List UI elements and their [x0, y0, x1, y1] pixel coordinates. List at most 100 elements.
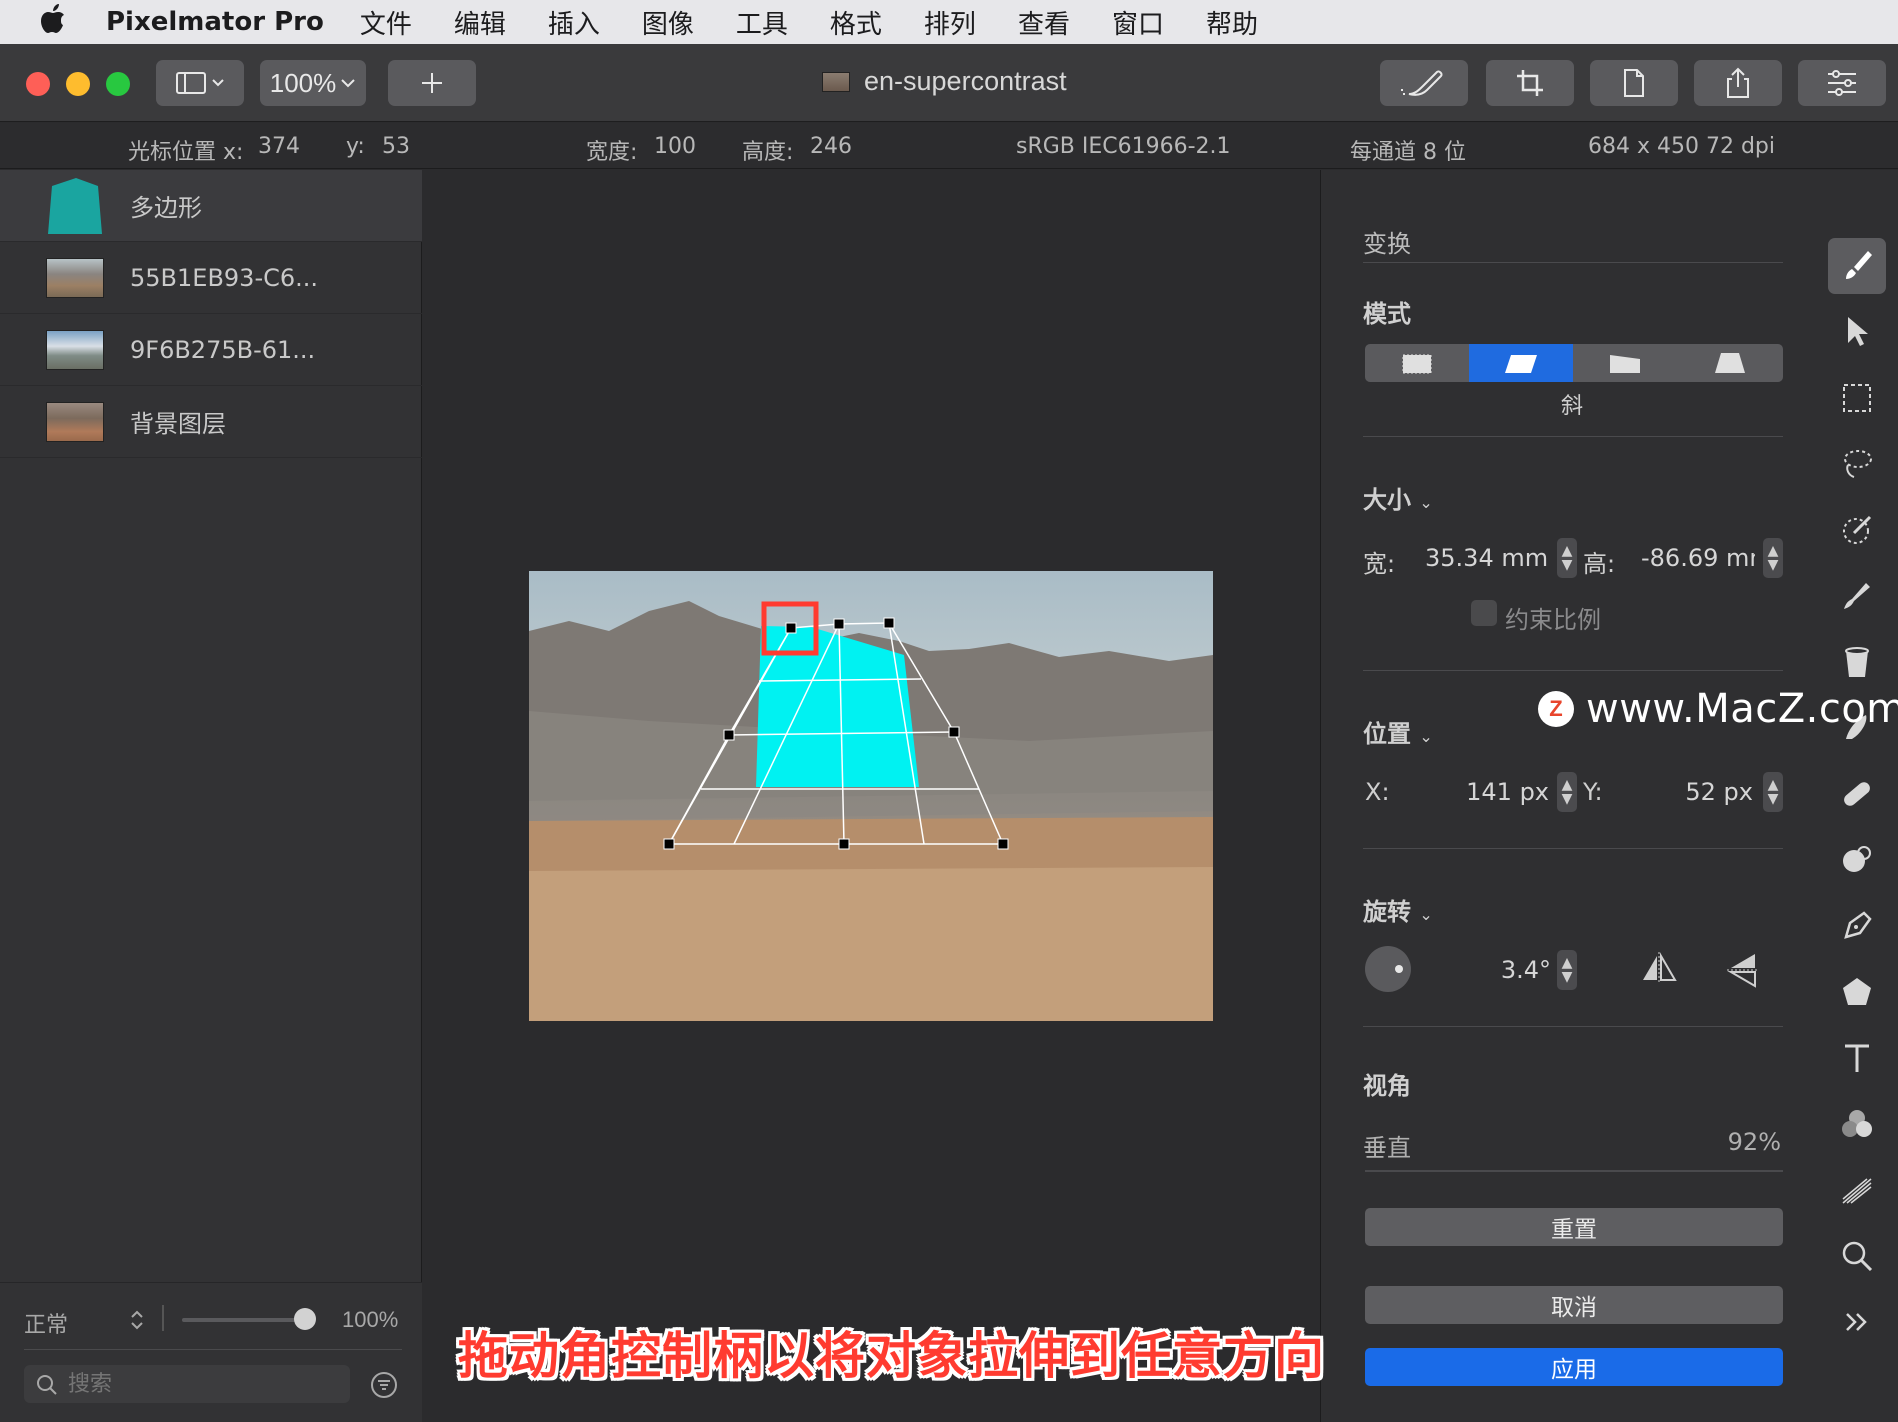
edge-handle[interactable] — [948, 726, 960, 738]
blend-mode-dropdown[interactable]: 正常 — [24, 1307, 68, 1339]
rotation-field[interactable]: 3.4° — [1421, 956, 1551, 984]
height-stepper[interactable]: ▲ ▼ — [1763, 538, 1783, 578]
polygon-shape[interactable] — [756, 626, 919, 787]
sidebar-toggle-button[interactable] — [156, 60, 244, 106]
menu-file[interactable]: 文件 — [360, 4, 412, 41]
constrain-checkbox[interactable] — [1471, 600, 1497, 626]
corner-handle[interactable] — [785, 622, 797, 634]
edge-handle[interactable] — [838, 838, 850, 850]
zoom-tool[interactable] — [1828, 1228, 1886, 1284]
layer-row[interactable]: 55B1EB93-C6... — [0, 242, 422, 314]
rotation-section-title[interactable]: 旋转 ⌄ — [1363, 892, 1433, 927]
opacity-slider-knob[interactable] — [294, 1308, 316, 1330]
paint-tool[interactable] — [1828, 568, 1886, 624]
fill-tool[interactable] — [1828, 634, 1886, 690]
layer-search-field[interactable] — [24, 1365, 350, 1403]
transform-overlay[interactable] — [529, 571, 1213, 1021]
layer-name: 多边形 — [130, 194, 202, 222]
skew-icon — [1505, 355, 1537, 373]
close-window-button[interactable] — [26, 72, 50, 96]
search-input[interactable] — [68, 1369, 338, 1399]
paint-brush-icon — [1846, 251, 1872, 279]
paint-brush-tool[interactable] — [1828, 238, 1886, 294]
corner-handle[interactable] — [663, 838, 675, 850]
layer-row[interactable]: 9F6B275B-61... — [0, 314, 422, 386]
export-document-button[interactable] — [1590, 60, 1678, 106]
x-stepper[interactable]: ▲ ▼ — [1557, 772, 1577, 812]
mode-distort-button[interactable] — [1573, 344, 1677, 382]
pencil-brush-icon — [1844, 583, 1870, 609]
mode-scale-button[interactable] — [1365, 344, 1469, 382]
chevron-down-icon — [341, 79, 355, 88]
zoom-level-dropdown[interactable]: 100% — [260, 60, 366, 106]
arrange-tool[interactable] — [1828, 304, 1886, 360]
zoom-window-button[interactable] — [106, 72, 130, 96]
layer-name: 背景图层 — [130, 410, 226, 438]
add-button[interactable] — [388, 60, 476, 106]
corner-handle[interactable] — [997, 838, 1009, 850]
cancel-button[interactable]: 取消 — [1365, 1286, 1783, 1324]
type-tool[interactable] — [1828, 1030, 1886, 1086]
height-field[interactable]: -86.69 mm — [1641, 544, 1755, 572]
bit-depth: 每通道 8 位 — [1350, 140, 1466, 165]
cursor-y-value: 53 — [382, 134, 410, 159]
adjustments-button[interactable] — [1798, 60, 1886, 106]
x-position-field[interactable]: 141 px — [1425, 778, 1549, 806]
menu-bar: Pixelmator Pro 文件 编辑 插入 图像 工具 格式 排列 查看 窗… — [0, 0, 1898, 44]
lasso-tool[interactable] — [1828, 436, 1886, 492]
flip-horizontal-icon[interactable] — [1639, 950, 1679, 986]
menu-window[interactable]: 窗口 — [1112, 4, 1164, 41]
vertical-slider[interactable] — [1365, 1170, 1783, 1172]
mode-perspective-button[interactable] — [1677, 344, 1783, 382]
repair-tool[interactable] — [1828, 766, 1886, 822]
mode-skew-button[interactable] — [1469, 344, 1573, 382]
crop-button[interactable] — [1486, 60, 1574, 106]
apple-logo-icon[interactable] — [0, 3, 106, 41]
width-field[interactable]: 35.34 mm — [1425, 544, 1551, 572]
shapes-tool[interactable] — [1828, 964, 1886, 1020]
app-name-menu[interactable]: Pixelmator Pro — [106, 7, 324, 37]
rotation-stepper[interactable]: ▲ ▼ — [1557, 950, 1577, 990]
clone-icon — [1843, 846, 1871, 872]
menu-edit[interactable]: 编辑 — [454, 4, 506, 41]
reset-button[interactable]: 重置 — [1365, 1208, 1783, 1246]
color-adjustments-tool[interactable] — [1828, 1096, 1886, 1152]
menu-arrange[interactable]: 排列 — [924, 4, 976, 41]
share-button[interactable] — [1694, 60, 1782, 106]
size-section-title[interactable]: 大小 ⌄ — [1363, 480, 1433, 515]
layer-row[interactable]: 背景图层 — [0, 386, 422, 458]
effects-tool[interactable] — [1828, 1162, 1886, 1218]
rotation-dial[interactable] — [1365, 946, 1411, 992]
menu-tools[interactable]: 工具 — [736, 4, 788, 41]
minimize-window-button[interactable] — [66, 72, 90, 96]
text-icon — [1845, 1044, 1869, 1072]
apply-button[interactable]: 应用 — [1365, 1348, 1783, 1386]
y-stepper[interactable]: ▲ ▼ — [1763, 772, 1783, 812]
edge-handle[interactable] — [833, 618, 845, 630]
more-tools-button[interactable] — [1828, 1294, 1886, 1350]
menu-insert[interactable]: 插入 — [548, 4, 600, 41]
y-position-field[interactable]: 52 px — [1641, 778, 1753, 806]
clone-tool[interactable] — [1828, 832, 1886, 888]
cursor-x-value: 374 — [258, 134, 300, 159]
divider — [1363, 436, 1783, 437]
quick-selection-tool[interactable] — [1828, 502, 1886, 558]
menu-view[interactable]: 查看 — [1018, 4, 1070, 41]
menu-image[interactable]: 图像 — [642, 4, 694, 41]
canvas-area[interactable] — [423, 170, 1319, 1422]
flip-vertical-icon[interactable] — [1725, 950, 1761, 990]
document-canvas[interactable] — [529, 571, 1213, 1021]
corner-handle[interactable] — [883, 617, 895, 629]
edge-handle[interactable] — [723, 729, 735, 741]
position-section-title[interactable]: 位置 ⌄ — [1363, 714, 1433, 749]
opacity-slider[interactable] — [182, 1308, 316, 1330]
repair-tool-button[interactable] — [1380, 60, 1468, 106]
menu-format[interactable]: 格式 — [830, 4, 882, 41]
plus-icon — [422, 73, 442, 93]
filter-icon[interactable] — [370, 1371, 398, 1399]
layer-row[interactable]: 多边形 — [0, 170, 422, 242]
width-stepper[interactable]: ▲ ▼ — [1557, 538, 1577, 578]
menu-help[interactable]: 帮助 — [1206, 4, 1258, 41]
pen-tool[interactable] — [1828, 898, 1886, 954]
rectangular-select-tool[interactable] — [1828, 370, 1886, 426]
